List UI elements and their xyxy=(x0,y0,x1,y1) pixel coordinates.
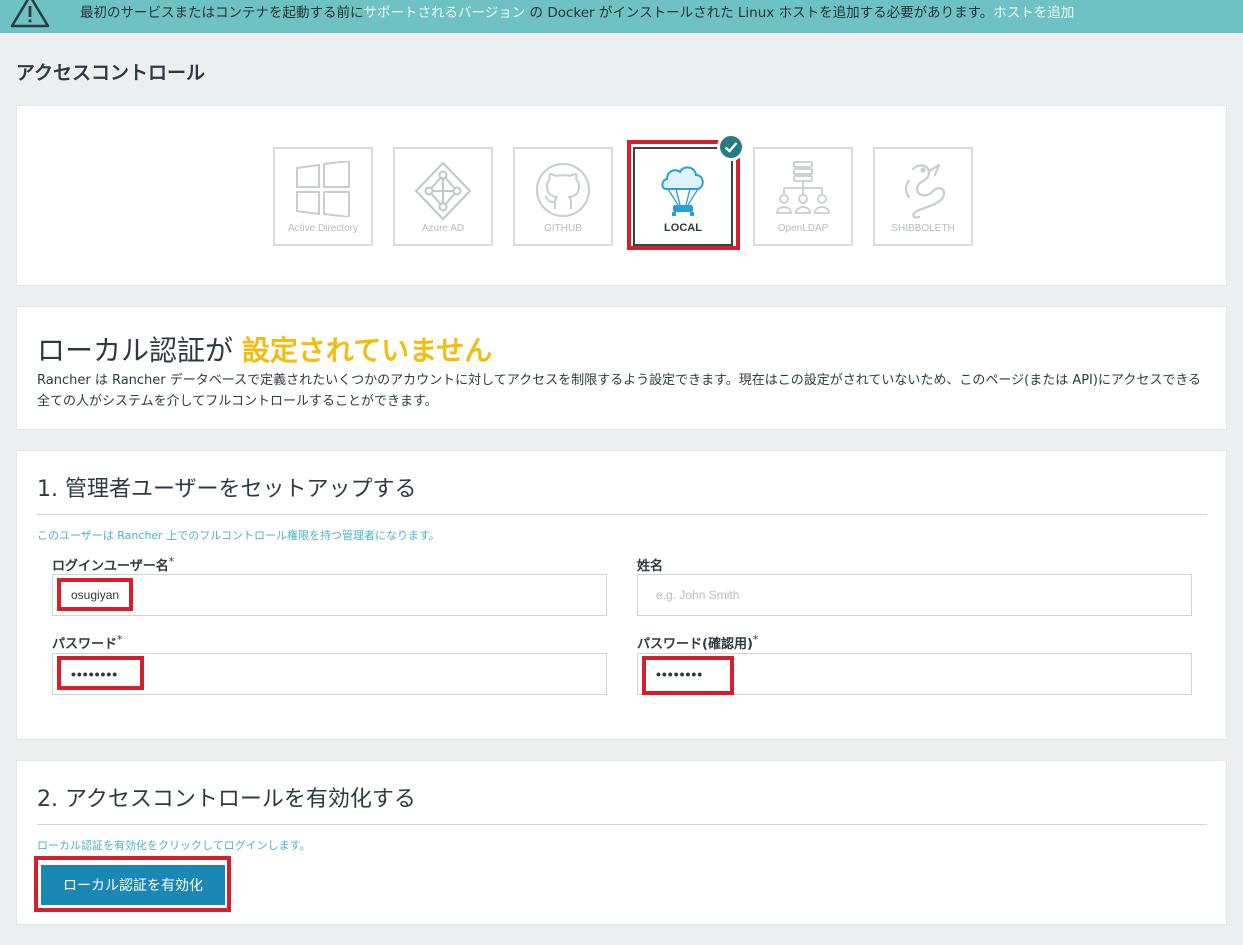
provider-tile-azure-ad[interactable]: Azure AD xyxy=(393,147,493,246)
section-title-admin-setup: 1. 管理者ユーザーをセットアップする xyxy=(37,477,417,502)
provider-label: OpenLDAP xyxy=(777,223,829,234)
password-label: パスワード* xyxy=(52,633,123,652)
password-input[interactable]: •••••••• xyxy=(52,653,607,695)
fullname-input[interactable]: e.g. John Smith xyxy=(637,574,1192,616)
provider-label: LOCAL xyxy=(664,222,702,234)
enable-local-auth-button[interactable]: ローカル認証を有効化 xyxy=(41,865,225,905)
auth-status-panel: ローカル認証が 設定されていません Rancher は Rancher データベ… xyxy=(16,306,1227,430)
admin-setup-panel: 1. 管理者ユーザーをセットアップする このユーザーは Rancher 上でのフ… xyxy=(16,450,1227,740)
password-label-text: パスワード xyxy=(52,637,118,652)
required-mark: * xyxy=(752,633,759,646)
provider-tile-active-directory[interactable]: Active Directory xyxy=(273,147,373,246)
section-divider xyxy=(37,824,1207,825)
page-title: アクセスコントロール xyxy=(16,62,206,84)
warning-icon xyxy=(10,0,50,28)
auth-provider-panel: Active Directory Azure AD GITHUB LOCAL O… xyxy=(16,105,1227,286)
section-help-text: このユーザーは Rancher 上でのフルコントロール権限を持つ管理者になります… xyxy=(37,529,440,542)
fullname-placeholder: e.g. John Smith xyxy=(656,588,740,602)
section-title-enable: 2. アクセスコントロールを有効化する xyxy=(37,787,416,812)
provider-tile-shibboleth[interactable]: SHIBBOLETH xyxy=(873,147,973,246)
provider-label: SHIBBOLETH xyxy=(891,223,955,234)
provider-tile-local[interactable]: LOCAL xyxy=(633,147,733,246)
confirm-password-label: パスワード(確認用)* xyxy=(637,633,758,652)
password-value: •••••••• xyxy=(71,666,119,682)
add-host-link[interactable]: ホストを追加 xyxy=(993,5,1074,21)
confirm-password-label-text: パスワード(確認用) xyxy=(637,637,753,652)
azure-ad-icon xyxy=(414,161,472,221)
banner-text-before: 最初のサービスまたはコンテナを起動する前に xyxy=(80,5,364,21)
provider-label: Azure AD xyxy=(421,223,465,234)
shibboleth-dragon-icon xyxy=(904,163,946,219)
banner-message: 最初のサービスまたはコンテナを起動する前にサポートされるバージョン の Dock… xyxy=(80,1,1074,21)
provider-label: Active Directory xyxy=(287,223,358,234)
auth-status-description: Rancher は Rancher データベースで定義されたいくつかのアカウント… xyxy=(37,373,1202,409)
fullname-label: 姓名 xyxy=(637,559,664,574)
confirm-password-input[interactable]: •••••••• xyxy=(637,653,1192,695)
username-label: ログインユーザー名* xyxy=(52,555,174,574)
cloud-parachute-icon xyxy=(661,166,704,216)
section-help-text: ローカル認証を有効化をクリックしてログインします。 xyxy=(37,839,311,852)
username-label-text: ログインユーザー名 xyxy=(52,559,169,574)
username-input[interactable]: osugiyan xyxy=(52,574,607,616)
auth-status-title: ローカル認証が 設定されていません xyxy=(37,329,492,369)
windows-logo-icon xyxy=(296,161,350,217)
confirm-password-value: •••••••• xyxy=(656,666,704,682)
username-value: osugiyan xyxy=(71,588,120,602)
auth-status-prefix: ローカル認証が xyxy=(37,334,242,367)
github-icon xyxy=(536,163,590,217)
section-divider xyxy=(37,514,1207,515)
enable-access-panel: 2. アクセスコントロールを有効化する ローカル認証を有効化をクリックしてログイ… xyxy=(16,760,1227,925)
provider-label: GITHUB xyxy=(544,223,582,234)
selected-check-icon xyxy=(717,133,745,161)
required-mark: * xyxy=(168,555,175,568)
ldap-tree-icon xyxy=(776,161,830,214)
required-mark: * xyxy=(117,633,123,646)
banner-text-middle: の Docker がインストールされた Linux ホストを追加する必要がありま… xyxy=(529,5,994,21)
provider-tile-openldap[interactable]: OpenLDAP xyxy=(753,147,853,246)
provider-tile-github[interactable]: GITHUB xyxy=(513,147,613,246)
auth-status-state: 設定されていません xyxy=(241,334,493,367)
supported-version-link[interactable]: サポートされるバージョン xyxy=(364,5,526,21)
notification-banner: 最初のサービスまたはコンテナを起動する前にサポートされるバージョン の Dock… xyxy=(0,0,1243,33)
